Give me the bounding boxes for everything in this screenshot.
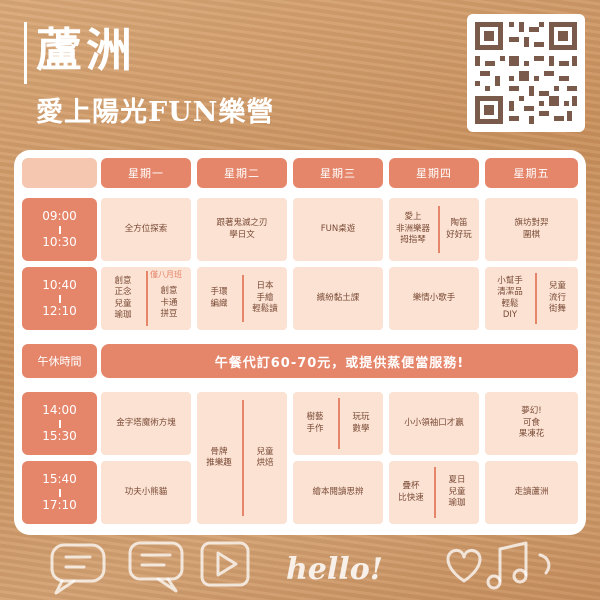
- time-end: 15:30: [42, 428, 77, 443]
- class-thu-4-b: 夏日 兒童 瑜珈: [448, 475, 466, 509]
- time-slot-3: 14:00 15:30: [22, 392, 97, 455]
- class-thu-3: 小小領袖口才贏: [389, 392, 479, 455]
- header-corner: [22, 158, 97, 188]
- day-header-thu: 星期四: [389, 158, 479, 188]
- class-mon-2-b: 創意 卡通 拼豆: [160, 286, 178, 320]
- message-icon: [128, 541, 184, 593]
- divider: [146, 271, 148, 326]
- day-header-wed: 星期三: [293, 158, 383, 188]
- time-start: 10:40: [42, 277, 77, 292]
- class-wed-1: FUN桌遊: [293, 198, 383, 261]
- heart-icon: [446, 549, 482, 583]
- class-thu-1-b: 陶笛 好好玩: [446, 218, 472, 240]
- day-header-tue: 星期二: [197, 158, 287, 188]
- time-end: 10:30: [42, 234, 77, 249]
- title-accent-bar: [24, 22, 27, 84]
- class-wed-2: 繽紛黏土課: [293, 267, 383, 330]
- class-fri-3: 夢幻! 可食 果凍花: [485, 392, 578, 455]
- time-start: 15:40: [42, 471, 77, 486]
- class-fri-2-a: 小幫手 清潔品 輕鬆 DIY: [497, 275, 523, 320]
- time-start: 14:00: [42, 402, 77, 417]
- page-title: 蘆洲: [36, 23, 136, 77]
- lunch-label: 午休時間: [22, 344, 97, 378]
- divider: [242, 400, 244, 516]
- play-icon: [200, 541, 250, 587]
- divider: [535, 273, 537, 324]
- time-slot-4: 15:40 17:10: [22, 461, 97, 524]
- time-end: 12:10: [42, 303, 77, 318]
- doodle-decorations: hello!: [50, 541, 551, 595]
- class-thu-1: 愛上 非洲樂器 拇指琴 陶笛 好好玩: [389, 198, 479, 261]
- class-wed-3-a: 樹藝 手作: [306, 412, 324, 434]
- chat-bubble-icon: [50, 543, 106, 595]
- divider: [438, 206, 440, 253]
- class-tue-afternoon-b: 兒童 烘焙: [256, 446, 274, 468]
- day-header-mon: 星期一: [101, 158, 191, 188]
- class-mon-2-a: 創意 正念 兒童 瑜珈: [114, 275, 132, 320]
- lunch-note: 午餐代訂60-70元，或提供蒸便當服務!: [101, 344, 578, 378]
- divider: [242, 275, 244, 322]
- class-thu-4-a: 疊杯 比快速: [398, 481, 424, 503]
- class-fri-2-b: 兒童 流行 街舞: [548, 281, 566, 315]
- class-wed-4: 繪本閱讀思辨: [293, 461, 383, 524]
- class-wed-3-b: 玩玩 數學: [352, 412, 370, 434]
- class-fri-2: 小幫手 清潔品 輕鬆 DIY 兒童 流行 街舞: [485, 267, 578, 330]
- divider: [338, 398, 340, 449]
- time-end: 17:10: [42, 497, 77, 512]
- class-tue-afternoon-a: 骨牌 推樂趣: [206, 446, 232, 468]
- page-subtitle: 愛上陽光FUN樂營: [36, 97, 275, 128]
- class-tue-2-a: 手環 編織: [210, 287, 228, 309]
- music-note-icon: [486, 541, 551, 590]
- time-slot-1: 09:00 10:30: [22, 198, 97, 261]
- august-only-tag: 僅八月班: [150, 270, 182, 279]
- schedule-card: 星期一 星期二 星期三 星期四 星期五 09:00 10:30 全方位探索 跟著…: [14, 150, 586, 535]
- hello-doodle: hello!: [286, 552, 383, 587]
- day-header-fri: 星期五: [485, 158, 578, 188]
- class-mon-4: 功夫小熊貓: [101, 461, 191, 524]
- class-thu-1-a: 愛上 非洲樂器 拇指琴: [395, 212, 430, 246]
- class-fri-1: 旗坊對羿 圍棋: [485, 198, 578, 261]
- class-mon-1: 全方位探索: [101, 198, 191, 261]
- class-tue-2-b: 日本 手繪 輕鬆讀: [252, 281, 278, 315]
- class-fri-4: 走讀蘆洲: [485, 461, 578, 524]
- time-start: 09:00: [42, 208, 77, 223]
- divider: [434, 467, 436, 518]
- class-thu-2: 樂情小歌手: [389, 267, 479, 330]
- qr-code-icon[interactable]: [467, 14, 585, 132]
- time-slot-2: 10:40 12:10: [22, 267, 97, 330]
- class-tue-1: 跟著鬼滅之刃 學日文: [197, 198, 287, 261]
- class-mon-3: 金字塔魔術方塊: [101, 392, 191, 455]
